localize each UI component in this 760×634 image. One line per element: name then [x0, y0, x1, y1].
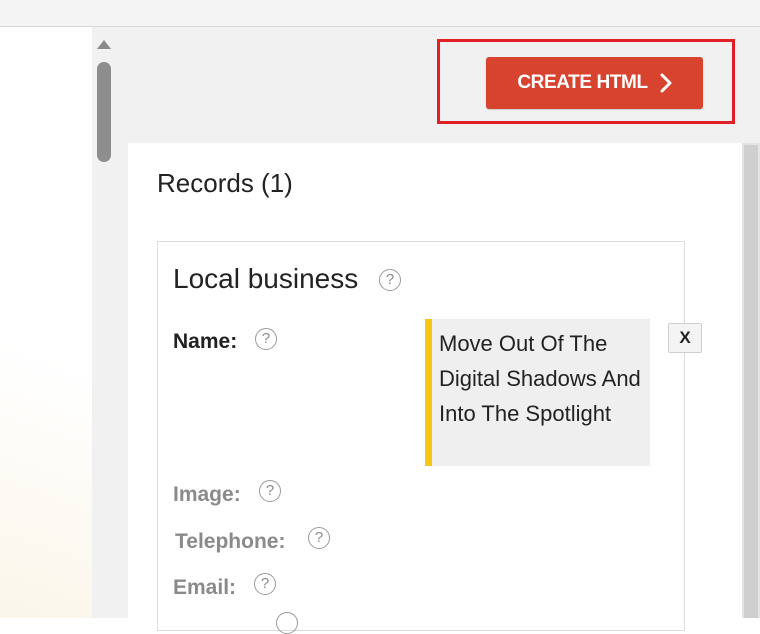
card-title: Local business	[173, 263, 359, 294]
image-help-icon[interactable]: ?	[259, 480, 281, 502]
records-scrollbar-thumb[interactable]	[744, 145, 758, 618]
create-html-button-label: CREATE HTML	[517, 72, 648, 93]
image-field-label[interactable]: Image:	[173, 483, 241, 507]
remove-name-button[interactable]: X	[668, 323, 702, 353]
telephone-field-label[interactable]: Telephone:	[175, 530, 285, 554]
records-heading: Records (1)	[157, 168, 293, 198]
telephone-help-icon[interactable]: ?	[308, 527, 330, 549]
document-pane	[0, 27, 92, 618]
name-field-value[interactable]: Move Out Of The Digital Shadows And Into…	[425, 319, 650, 466]
scroll-up-arrow-icon[interactable]	[97, 40, 111, 49]
create-html-button[interactable]: CREATE HTML	[486, 57, 703, 109]
name-help-icon[interactable]: ?	[255, 328, 277, 350]
email-help-icon[interactable]: ?	[254, 573, 276, 595]
email-field-label[interactable]: Email:	[173, 576, 236, 600]
left-scrollbar-thumb[interactable]	[97, 62, 111, 162]
top-bar	[0, 0, 760, 27]
local-business-help-icon[interactable]: ?	[379, 269, 401, 291]
next-field-help-icon[interactable]	[276, 612, 298, 634]
name-field-label: Name:	[173, 330, 238, 353]
chevron-right-icon	[660, 73, 672, 93]
